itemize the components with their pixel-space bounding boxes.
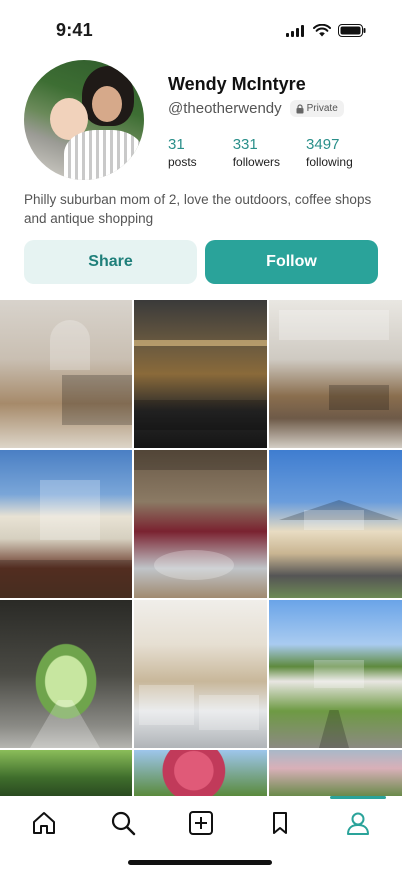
photo-tile[interactable] (0, 750, 132, 796)
home-icon (33, 812, 55, 834)
lock-icon (296, 103, 304, 113)
handle-row: @theotherwendy Private (168, 100, 344, 117)
bookmark-icon (273, 812, 287, 834)
photo-tile[interactable] (269, 300, 402, 448)
active-tab-indicator (330, 796, 386, 799)
photo-tile[interactable] (0, 300, 132, 448)
private-badge: Private (289, 100, 344, 117)
photo-tile[interactable] (269, 750, 402, 796)
stat-posts[interactable]: 31 posts (168, 136, 197, 169)
tab-saved[interactable] (265, 808, 295, 838)
status-icons (286, 24, 366, 37)
home-indicator[interactable] (128, 860, 272, 865)
follow-button[interactable]: Follow (205, 240, 378, 284)
stat-label: followers (232, 155, 281, 169)
status-time: 9:41 (56, 20, 93, 40)
stat-followers[interactable]: 331 followers (233, 136, 280, 169)
share-button[interactable]: Share (24, 240, 197, 284)
photo-tile[interactable] (134, 750, 267, 796)
profile-bio: Philly suburban mom of 2, love the outdo… (24, 192, 372, 226)
battery-icon (338, 24, 366, 37)
stat-label: posts (168, 155, 197, 169)
add-post-icon (189, 811, 213, 835)
tab-home[interactable] (29, 808, 59, 838)
tab-add-post[interactable] (186, 808, 216, 838)
stat-value: 31 (168, 136, 185, 153)
stat-value: 3497 (306, 136, 340, 153)
tab-search[interactable] (108, 808, 138, 838)
profile-avatar[interactable] (24, 60, 144, 180)
photo-tile[interactable] (0, 450, 132, 598)
photo-tile[interactable] (134, 600, 267, 748)
stat-following[interactable]: 3497 following (306, 136, 353, 169)
stat-value: 331 (232, 136, 258, 153)
photo-grid (0, 300, 402, 796)
photo-tile[interactable] (0, 600, 132, 748)
wifi-icon (313, 24, 331, 37)
status-bar: 9:41 (0, 0, 402, 60)
photo-tile[interactable] (269, 600, 402, 748)
photo-tile[interactable] (134, 300, 267, 448)
photo-tile[interactable] (269, 450, 402, 598)
profile-handle: @theotherwendy (168, 100, 282, 117)
profile-icon (347, 812, 369, 835)
private-label: Private (306, 103, 338, 114)
tab-profile[interactable] (343, 808, 373, 838)
stat-label: following (306, 155, 353, 169)
profile-name: Wendy McIntyre (168, 74, 306, 94)
photo-tile[interactable] (134, 450, 267, 598)
cellular-signal-icon (286, 24, 304, 37)
profile-stats: 31 posts 331 followers 3497 following (168, 136, 353, 169)
search-icon (111, 811, 136, 836)
